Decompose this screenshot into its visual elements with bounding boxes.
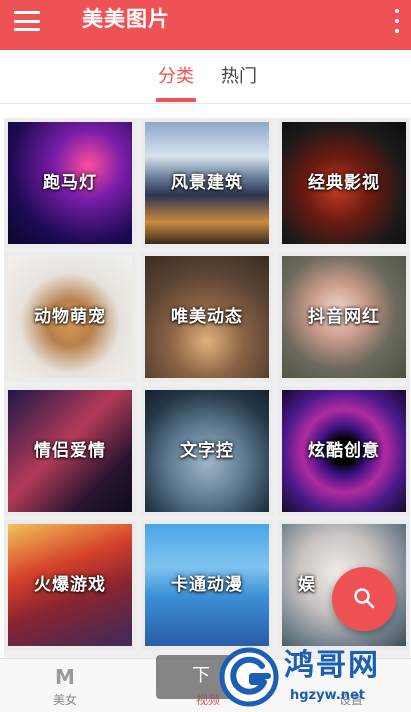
category-tile-marquee[interactable]: 跑马灯 bbox=[4, 118, 136, 248]
tab-bar: 分类 热门 bbox=[0, 50, 411, 104]
category-tile-scenery[interactable]: 风景建筑 bbox=[141, 118, 273, 248]
search-icon bbox=[354, 588, 375, 609]
category-tile-aesthetic[interactable]: 唯美动态 bbox=[141, 252, 273, 382]
category-label: 动物萌宠 bbox=[34, 307, 106, 327]
toast-text: 下 bbox=[192, 665, 210, 686]
category-label: 文字控 bbox=[180, 441, 234, 461]
category-tile-cartoon[interactable]: 卡通动漫 bbox=[141, 520, 273, 650]
category-tile-games[interactable]: 火爆游戏 bbox=[4, 520, 136, 650]
category-label: 抖音网红 bbox=[308, 307, 380, 327]
m-logo-icon: M bbox=[55, 665, 75, 689]
category-tile-creative[interactable]: 炫酷创意 bbox=[278, 386, 410, 516]
more-vertical-icon[interactable] bbox=[393, 9, 401, 33]
category-tile-influencer[interactable]: 抖音网红 bbox=[278, 252, 410, 382]
menu-icon[interactable] bbox=[14, 10, 40, 32]
category-label: 炫酷创意 bbox=[308, 441, 380, 461]
category-label: 风景建筑 bbox=[171, 173, 243, 193]
tab-category[interactable]: 分类 bbox=[158, 66, 194, 88]
category-label: 跑马灯 bbox=[43, 173, 97, 193]
category-tile-couple[interactable]: 情侣爱情 bbox=[4, 386, 136, 516]
category-tile-movies[interactable]: 经典影视 bbox=[278, 118, 410, 248]
nav-item-settings[interactable]: 设置 bbox=[311, 659, 391, 712]
category-label: 情侣爱情 bbox=[34, 441, 106, 461]
nav-label: 美女 bbox=[52, 693, 77, 707]
category-label: 经典影视 bbox=[308, 173, 380, 193]
nav-label: 设置 bbox=[338, 693, 363, 707]
tab-popular[interactable]: 热门 bbox=[221, 66, 257, 88]
category-tile-text[interactable]: 文字控 bbox=[141, 386, 273, 516]
app-title: 美美图片 bbox=[82, 7, 170, 31]
search-button[interactable] bbox=[332, 567, 396, 631]
category-label: 唯美动态 bbox=[171, 307, 243, 327]
category-label: 卡通动漫 bbox=[171, 575, 243, 595]
download-toast[interactable]: 下 bbox=[156, 655, 248, 699]
nav-item-beauty[interactable]: M 美女 bbox=[25, 659, 105, 712]
category-tile-pets[interactable]: 动物萌宠 bbox=[4, 252, 136, 382]
tab-indicator bbox=[156, 98, 196, 102]
app-bar: 美美图片 bbox=[0, 0, 411, 50]
category-label: 火爆游戏 bbox=[34, 575, 106, 595]
